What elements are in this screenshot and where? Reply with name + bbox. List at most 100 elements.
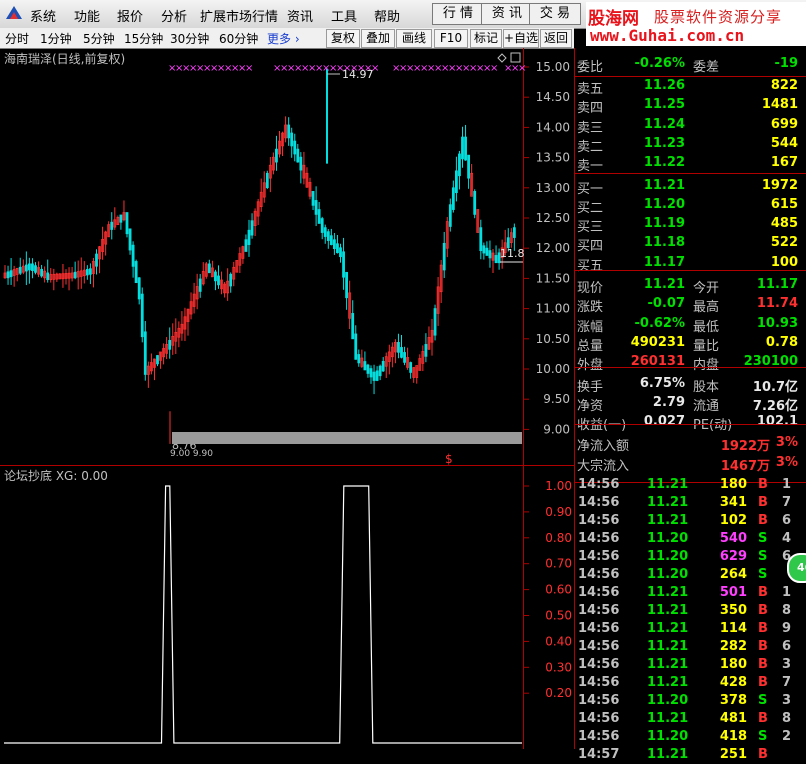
scroll-range-bar[interactable]: [172, 432, 522, 444]
tick-row: 14:56 11.20 378 S 3: [575, 692, 806, 710]
candle-body: [332, 239, 336, 250]
tick-price: 11.21: [647, 513, 689, 528]
tick-row: 14:56 11.21 341 B 7: [575, 494, 806, 512]
tick-count: 4: [782, 531, 792, 546]
stats-row: 总量 490231 量比 0.78: [575, 334, 806, 354]
tick-time: 14:56: [578, 639, 620, 654]
tick-time: 14:56: [578, 567, 620, 582]
panel-divider: [575, 270, 806, 271]
tick-volume: 481: [719, 711, 747, 726]
tick-price: 11.21: [647, 603, 689, 618]
candle-body: [34, 265, 37, 273]
candle-body: [488, 250, 492, 259]
price-axis-label: 9.50: [543, 392, 570, 406]
fundamental-row: 换手 6.75% 股本 10.7亿: [575, 375, 806, 395]
fund-value: 6.75%: [639, 375, 685, 391]
stat-label: 涨跌: [577, 300, 604, 316]
fund-label: 换手: [577, 379, 604, 395]
tick-price: 11.20: [647, 549, 689, 564]
candle-body: [244, 239, 248, 252]
tick-count: 8: [782, 711, 792, 726]
diamond-icon[interactable]: [497, 53, 507, 63]
candle-body: [95, 253, 98, 267]
tick-price: 11.21: [647, 585, 689, 600]
price-axis-label: 11.00: [536, 302, 570, 316]
candle-body: [458, 153, 461, 177]
fund-label: 净资: [577, 398, 604, 414]
tick-side: B: [758, 621, 768, 636]
stats-row: 涨幅 -0.62% 最低 10.93: [575, 315, 806, 335]
tick-count: 3: [782, 693, 792, 708]
float-badge[interactable]: 46: [787, 553, 806, 583]
candle-body: [293, 140, 297, 155]
candle-body: [247, 229, 251, 245]
level-volume: 699: [770, 116, 798, 132]
fund-value: 0.027: [643, 414, 685, 430]
candle-body: [433, 308, 437, 336]
tick-price: 11.20: [647, 531, 689, 546]
candle-body: [40, 268, 43, 277]
tick-price: 11.21: [647, 747, 689, 762]
fund-value-2: 10.7亿: [752, 379, 798, 395]
tick-side: B: [758, 747, 768, 762]
level-price: 11.26: [643, 78, 685, 93]
tick-count: 2: [782, 729, 792, 744]
price-axis-label: 11.50: [536, 271, 570, 285]
candle-body: [250, 220, 254, 236]
candle-body: [275, 148, 278, 163]
tick-volume: 501: [719, 585, 747, 600]
candle-body: [31, 263, 34, 271]
candle-body: [357, 354, 361, 364]
stat-value: 490231: [630, 334, 685, 350]
indicator-axis-label: 0.80: [545, 531, 572, 545]
level-label: 买二: [577, 200, 604, 216]
tick-side: B: [758, 585, 768, 600]
weicha-label: 委差: [693, 60, 720, 75]
tick-time: 14:56: [578, 477, 620, 492]
stat-label-2: 今开: [693, 281, 720, 296]
candle-body: [140, 293, 144, 338]
tick-row: 14:56 11.21 102 B 6: [575, 512, 806, 530]
panel-divider: [575, 367, 806, 368]
candlestick-series: [3, 68, 516, 444]
candle-body: [339, 247, 342, 258]
high-price-label: 14.97: [342, 68, 374, 81]
order-book-row: 买三 11.19 485: [575, 215, 806, 235]
tick-row: 14:56 11.21 428 B 7: [575, 674, 806, 692]
stat-label-2: 最高: [693, 300, 720, 316]
price-axis-label: 12.50: [536, 211, 570, 225]
candle-body: [24, 264, 28, 272]
tick-price: 11.20: [647, 729, 689, 744]
tick-price: 11.21: [647, 675, 689, 690]
tick-row: 14:56 11.20 540 S 4: [575, 530, 806, 548]
fund-value-2: 102.1: [756, 414, 798, 430]
candle-body: [265, 172, 269, 189]
candle-body: [326, 231, 330, 241]
tick-row: 14:56 11.21 180 B 3: [575, 656, 806, 674]
window-toggle-icon[interactable]: [510, 52, 521, 63]
level-price: 11.18: [643, 235, 685, 251]
candle-body: [329, 235, 333, 245]
low-sub-label: 9.00 9.90: [170, 449, 213, 459]
tick-side: S: [758, 549, 768, 564]
tick-time: 14:56: [578, 621, 620, 636]
candle-body: [494, 255, 498, 264]
indicator-axis-label: 0.30: [545, 660, 572, 674]
tick-price: 11.20: [647, 567, 689, 582]
candle-body: [119, 214, 123, 223]
stat-label-2: 量比: [693, 338, 720, 354]
candle-body: [229, 273, 233, 287]
candle-body: [442, 242, 446, 271]
signal-marker: ×: [245, 63, 253, 74]
candle-body: [375, 370, 379, 381]
tick-volume: 282: [719, 639, 747, 654]
stat-label: 总量: [577, 338, 604, 354]
level-price: 11.23: [643, 135, 685, 151]
level-price: 11.22: [643, 155, 685, 171]
tick-side: S: [758, 531, 768, 546]
stat-value: -0.07: [647, 296, 685, 312]
tick-side: S: [758, 567, 768, 582]
candle-body: [397, 342, 400, 353]
level-price: 11.21: [643, 177, 685, 193]
candle-body: [27, 263, 31, 271]
